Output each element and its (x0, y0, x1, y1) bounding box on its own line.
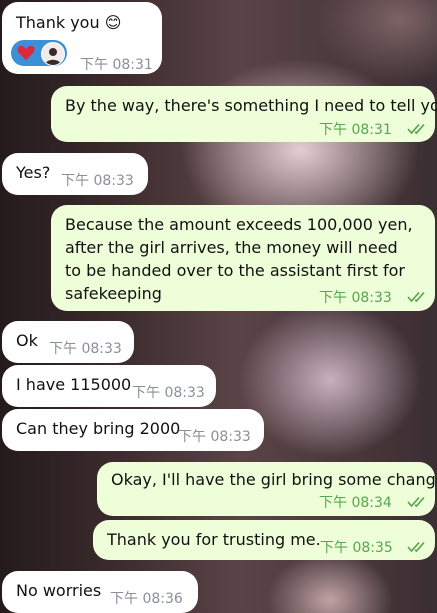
message-incoming[interactable]: I have 115000 下午 08:33 (2, 365, 216, 407)
heart-icon (17, 45, 35, 61)
message-time: 下午 08:33 (178, 429, 251, 445)
message-text: Ok (16, 331, 38, 350)
message-time: 下午 08:33 (132, 385, 205, 401)
message-text: Thank you 😊 (16, 13, 122, 32)
message-time: 下午 08:31 (80, 57, 153, 73)
avatar (41, 42, 65, 66)
message-incoming[interactable]: Ok 下午 08:33 (2, 321, 134, 363)
message-text: By the way, there's something I need to … (65, 96, 437, 115)
message-time: 下午 08:36 (110, 591, 183, 607)
message-time: 下午 08:34 (319, 495, 392, 511)
double-check-icon (407, 541, 429, 553)
message-text: Yes? (16, 163, 51, 182)
message-outgoing[interactable]: By the way, there's something I need to … (51, 86, 437, 142)
message-text: No worries (16, 581, 102, 600)
message-time: 下午 08:35 (320, 540, 393, 556)
message-incoming[interactable]: No worries 下午 08:36 (2, 571, 198, 613)
message-text: Okay, I'll have the girl bring some chan… (111, 470, 437, 489)
message-text: Can they bring 2000 (16, 419, 181, 438)
message-outgoing[interactable]: Thank you for trusting me. 下午 08:35 (93, 520, 435, 560)
message-text: I have 115000 (16, 375, 132, 394)
double-check-icon (407, 496, 429, 508)
message-incoming[interactable]: Thank you 😊 下午 08:31 (2, 2, 162, 74)
message-time: 下午 08:33 (49, 341, 122, 357)
double-check-icon (407, 291, 429, 303)
message-time: 下午 08:31 (319, 122, 392, 138)
double-check-icon (407, 123, 429, 135)
message-text: Thank you for trusting me. (107, 530, 321, 549)
message-incoming[interactable]: Can they bring 2000 下午 08:33 (2, 409, 264, 451)
message-incoming[interactable]: Yes? 下午 08:33 (2, 153, 148, 195)
message-outgoing[interactable]: Okay, I'll have the girl bring some chan… (97, 462, 437, 516)
message-time: 下午 08:33 (319, 290, 392, 306)
reaction-pill[interactable] (11, 40, 67, 66)
message-outgoing[interactable]: Because the amount exceeds 100,000 yen, … (51, 205, 435, 311)
message-time: 下午 08:33 (61, 173, 134, 189)
